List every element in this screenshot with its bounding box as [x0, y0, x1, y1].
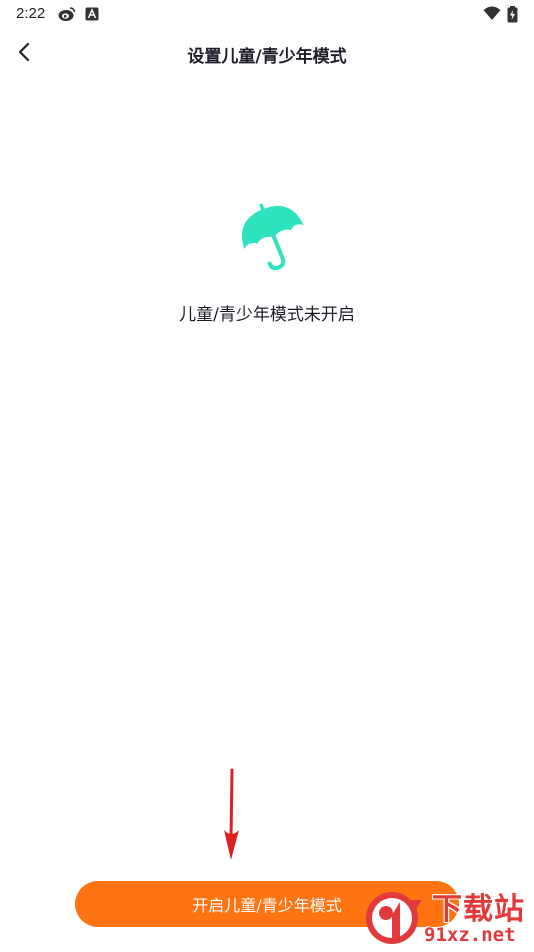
page-title: 设置儿童/青少年模式 [187, 47, 347, 67]
battery-charging-icon [507, 6, 518, 27]
watermark-bottom-text: 91xz.net [424, 924, 516, 946]
watermark-logo-icon [364, 888, 426, 948]
wifi-icon [483, 6, 501, 25]
weibo-icon [58, 6, 76, 26]
nav-bar: 设置儿童/青少年模式 [0, 30, 534, 78]
status-time: 2:22 [16, 5, 46, 22]
mode-status-text: 儿童/青少年模式未开启 [179, 305, 355, 325]
red-arrow-annotation [218, 768, 246, 864]
status-bar: 2:22 [0, 0, 534, 28]
watermark-top-text: 下载站 [432, 892, 525, 927]
watermark: 下载站 91xz.net [360, 882, 534, 950]
a-badge-icon [85, 6, 99, 25]
umbrella-icon [238, 203, 310, 271]
